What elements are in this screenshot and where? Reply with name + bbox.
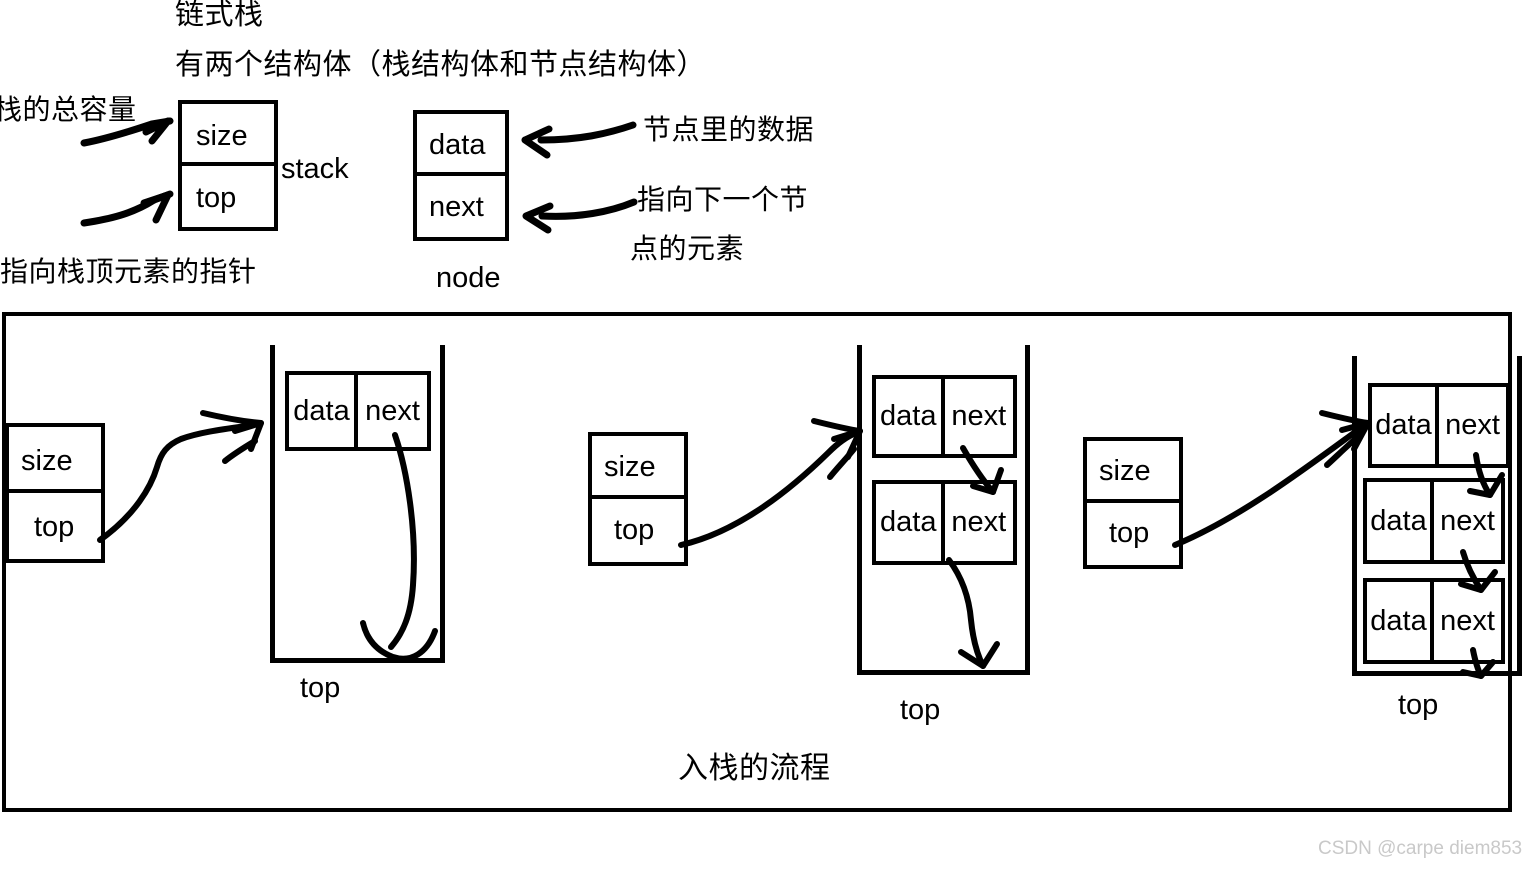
step2-field-size-label: size [604,451,656,483]
diagram-canvas: 链式栈 有两个结构体（栈结构体和节点结构体） 栈的总容量 指向栈顶元素的指针 s… [0,0,1540,870]
step2-field-size: size [592,436,684,499]
step3-node-1-next: next [1445,409,1500,441]
step3-node-3-next: next [1440,604,1495,637]
step1-node-1-data: data [289,375,358,447]
node-next-annotation-line2: 点的元素 [630,233,745,264]
stack-top-annotation: 指向栈顶元素的指针 [0,256,257,287]
step2-node-1-data: data [876,379,945,454]
step3-node-3: data next [1363,578,1505,664]
step3-container-label: top [1398,689,1439,721]
step2-node-2-data: data [876,484,945,561]
step1-field-top-label: top [34,511,75,543]
node-struct-box: data next [413,110,509,241]
push-process-caption: 入栈的流程 [678,752,831,785]
step3-node-1: data next [1368,383,1510,468]
step1-field-size-label: size [21,445,73,477]
step3-field-top: top [1087,503,1179,565]
node-next-annotation-line1: 指向下一个节 [637,184,809,215]
step1-field-size: size [9,427,101,493]
page-title: 链式栈 [175,0,264,31]
stack-field-size-label: size [196,120,248,152]
stack-field-top: top [182,166,274,228]
step3-field-size: size [1087,441,1179,503]
node-field-next: next [417,176,505,238]
step2-node-2: data next [872,480,1017,565]
node-data-annotation: 节点里的数据 [643,114,815,145]
step2-container-label: top [900,694,941,726]
stack-struct-box: size top [178,100,278,231]
step2-node-1: data next [872,375,1017,458]
step2-node-1-next: next [951,400,1007,432]
watermark: CSDN @carpe diem853 [1318,838,1523,859]
stack-struct-name: stack [281,153,349,185]
step1-stack-box: size top [5,423,105,563]
step2-stack-box: size top [588,432,688,566]
step3-node-1-data: data [1372,387,1439,464]
arrow-to-next-icon [522,198,638,234]
step3-node-2-data: data [1367,482,1434,560]
node-struct-name: node [436,262,501,294]
stack-field-top-label: top [196,181,237,214]
step1-node-1-next: next [365,394,420,427]
step3-node-2: data next [1363,478,1505,564]
step3-node-2-next: next [1440,504,1495,537]
node-field-next-label: next [429,190,484,223]
step1-field-top: top [9,493,101,559]
arrow-to-data-icon [521,121,637,159]
step1-node-1: data next [285,371,431,451]
stack-field-size: size [182,104,274,166]
step2-field-top-label: top [614,514,655,546]
page-subtitle: 有两个结构体（栈结构体和节点结构体） [175,49,707,81]
step3-node-3-data: data [1367,582,1434,660]
step3-stack-box: size top [1083,437,1183,569]
node-field-data-label: data [429,129,486,161]
push-process-panel [2,312,1512,812]
step2-field-top: top [592,499,684,562]
step3-field-top-label: top [1109,517,1150,549]
stack-size-annotation: 栈的总容量 [0,94,137,125]
node-field-data: data [417,114,505,176]
step1-container-label: top [300,672,341,704]
step3-field-size-label: size [1099,455,1151,487]
step2-node-2-next: next [951,506,1007,538]
